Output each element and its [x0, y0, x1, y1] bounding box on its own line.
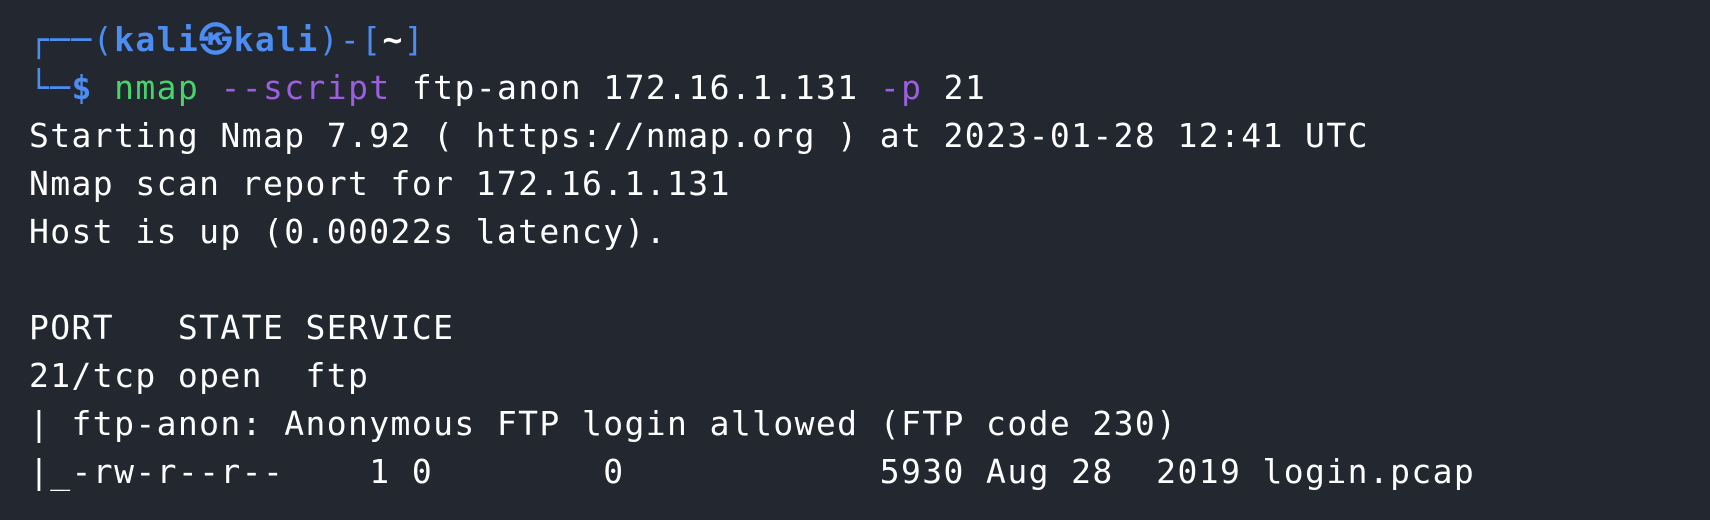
command-script-name: ftp-anon: [411, 68, 583, 107]
command-program: nmap: [114, 68, 200, 107]
prompt-cwd: ~: [382, 20, 404, 59]
output-line-file-listing: |_-rw-r--r-- 1 0 0 5930 Aug 28 2019 logi…: [29, 452, 1476, 491]
prompt-at-symbol: ㉿: [199, 20, 234, 59]
output-line-start: Starting Nmap 7.92 ( https://nmap.org ) …: [29, 116, 1369, 155]
prompt-host: kali: [233, 20, 319, 59]
output-line-host-up: Host is up (0.00022s latency).: [29, 212, 668, 251]
prompt-box-top: ┌──(: [29, 20, 115, 59]
prompt-box-bottom: └─: [29, 68, 72, 107]
prompt-close-paren: )-[: [318, 20, 383, 59]
command-line[interactable]: └─$ nmap --script ftp-anon 172.16.1.131 …: [29, 68, 986, 108]
output-line-ftp-anon: | ftp-anon: Anonymous FTP login allowed …: [29, 404, 1178, 443]
command-port: 21: [943, 68, 987, 107]
prompt-line-top: ┌──(kali㉿kali)-[~]: [29, 20, 425, 60]
output-line-port-row: 21/tcp open ftp: [29, 356, 370, 395]
prompt-close-bracket: ]: [403, 20, 426, 59]
output-line-port-header: PORT STATE SERVICE: [29, 308, 455, 347]
command-flag-port: -p: [879, 68, 923, 107]
prompt-user: kali: [114, 20, 200, 59]
command-target: 172.16.1.131: [603, 68, 859, 107]
prompt-dollar: $: [71, 68, 93, 107]
terminal-window[interactable]: ┌──(kali㉿kali)-[~] └─$ nmap --script ftp…: [0, 0, 1710, 520]
command-flag-script: --script: [220, 68, 391, 107]
output-line-scan-report: Nmap scan report for 172.16.1.131: [29, 164, 731, 203]
